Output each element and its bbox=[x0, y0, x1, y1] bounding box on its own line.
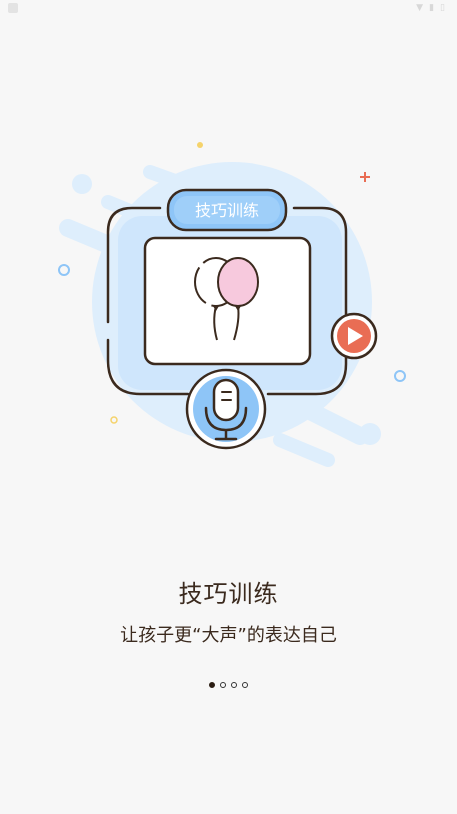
decor-dot bbox=[72, 174, 92, 194]
page-subtitle: 让孩子更“大声”的表达自己 bbox=[120, 625, 337, 646]
status-icons: ▼ ▮ ▯ bbox=[416, 3, 445, 13]
onboarding-screen: ▼ ▮ ▯ 技巧训练 技巧训练 让孩子更“大声”的表达自己 bbox=[0, 0, 457, 814]
decor-streak bbox=[273, 433, 335, 467]
decor-ring-blue bbox=[394, 370, 406, 382]
decor-dot-yellow bbox=[197, 142, 203, 148]
skill-training-illustration: 技巧训练 bbox=[58, 142, 406, 467]
status-bar: ▼ ▮ ▯ bbox=[0, 0, 457, 20]
battery-icon: ▯ bbox=[440, 3, 445, 13]
decor-plus bbox=[360, 172, 370, 182]
page-dot[interactable] bbox=[242, 682, 248, 688]
badge-text: 技巧训练 bbox=[195, 201, 259, 220]
microphone-icon bbox=[185, 368, 267, 450]
decor-streak bbox=[291, 397, 369, 445]
signal-icon: ▮ bbox=[429, 3, 435, 13]
decor-dot bbox=[359, 423, 381, 445]
page-dot[interactable] bbox=[231, 682, 237, 688]
decor-ring-blue bbox=[58, 264, 70, 276]
wifi-icon: ▼ bbox=[416, 3, 424, 13]
decor-ring-yellow bbox=[110, 416, 118, 424]
play-icon bbox=[330, 312, 378, 360]
page-title: 技巧训练 bbox=[178, 580, 279, 608]
notification-icon bbox=[8, 3, 18, 13]
page-dot-active[interactable] bbox=[209, 682, 215, 688]
page-dot[interactable] bbox=[220, 682, 226, 688]
page-indicator bbox=[0, 682, 457, 688]
